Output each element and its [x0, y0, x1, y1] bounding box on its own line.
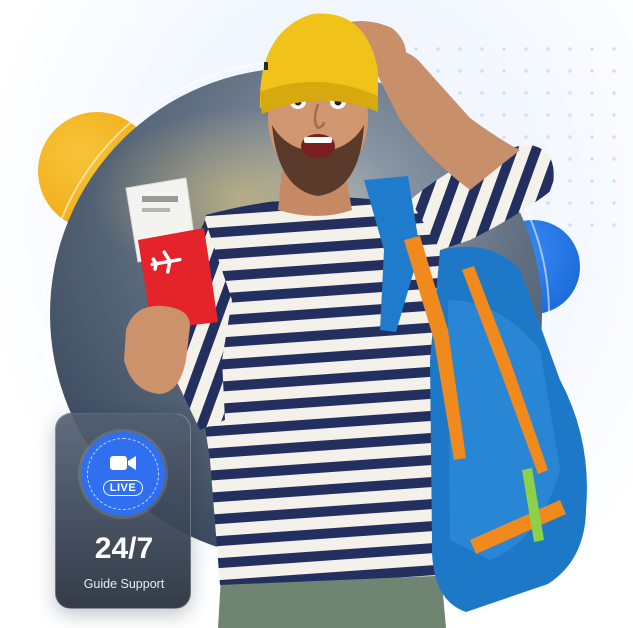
hero-illustration: LIVE 24/7 Guide Support	[0, 0, 633, 628]
live-label: LIVE	[103, 480, 143, 496]
tickets-and-passport	[125, 177, 218, 330]
support-headline: 24/7	[94, 532, 154, 565]
live-badge: LIVE	[81, 432, 165, 516]
live-support-card: LIVE 24/7 Guide Support	[55, 413, 191, 609]
support-caption: Guide Support	[83, 577, 165, 591]
video-camera-icon	[110, 456, 136, 470]
badge-dashed-ring	[87, 438, 159, 510]
